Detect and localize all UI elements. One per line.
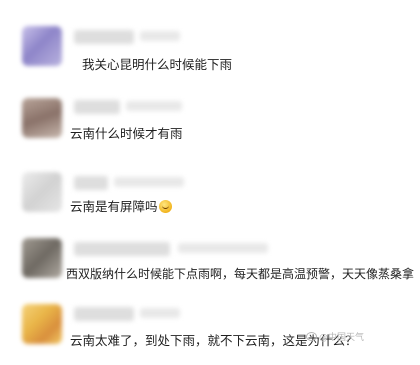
comment-text-content: 云南是有屏障吗 [70, 199, 158, 214]
grin-emoji-icon [158, 200, 172, 213]
comment-text: 我关心昆明什么时候能下雨 [82, 57, 233, 72]
avatar[interactable] [22, 304, 62, 344]
username-meta-blurred [140, 308, 180, 318]
username-blurred[interactable] [74, 30, 134, 44]
avatar[interactable] [22, 26, 62, 66]
watermark: @中国天气 [305, 330, 364, 343]
comment-text: 西双版纳什么时候能下点雨啊，每天都是高温预警，天天像蒸桑拿 [66, 267, 415, 281]
comment-text: 云南什么时候才有雨 [70, 126, 183, 141]
username-blurred[interactable] [74, 242, 170, 256]
username-blurred[interactable] [74, 176, 108, 190]
username-blurred[interactable] [74, 100, 120, 114]
avatar[interactable] [22, 98, 62, 138]
username-meta-blurred [114, 177, 184, 187]
username-blurred[interactable] [74, 307, 134, 321]
avatar[interactable] [22, 172, 62, 212]
comment-text: 云南是有屏障吗 [70, 199, 172, 215]
watermark-text: @中国天气 [318, 333, 364, 343]
weibo-logo-icon [305, 332, 317, 341]
username-meta-blurred [178, 243, 268, 253]
username-meta-blurred [126, 101, 182, 111]
avatar[interactable] [22, 238, 62, 278]
username-meta-blurred [140, 31, 180, 41]
